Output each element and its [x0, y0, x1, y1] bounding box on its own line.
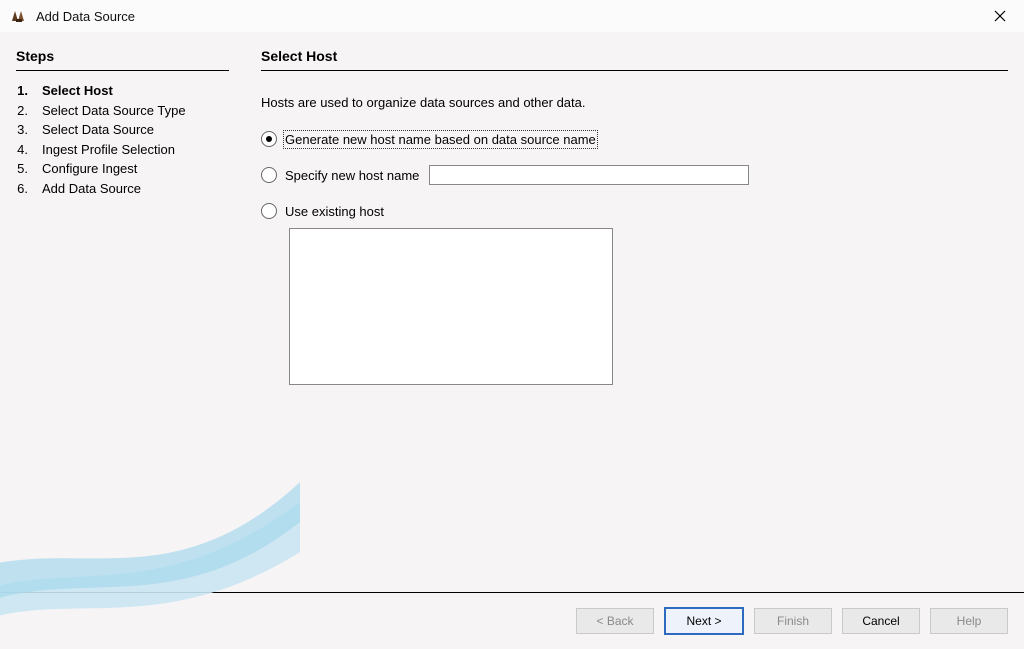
radio-existing-row[interactable]: Use existing host [261, 200, 1008, 222]
close-icon[interactable] [984, 0, 1016, 32]
finish-button[interactable]: Finish [754, 608, 832, 634]
step-label: Configure Ingest [42, 159, 137, 179]
step-item: 6. Add Data Source [16, 179, 229, 199]
content-intro: Hosts are used to organize data sources … [261, 95, 1008, 110]
titlebar: Add Data Source [0, 0, 1024, 32]
step-label: Add Data Source [42, 179, 141, 199]
steps-heading: Steps [16, 48, 229, 71]
radio-generate[interactable] [261, 131, 277, 147]
content-panel: Select Host Hosts are used to organize d… [245, 32, 1024, 592]
step-num: 2. [16, 101, 28, 121]
radio-specify[interactable] [261, 167, 277, 183]
steps-sidebar: Steps 1. Select Host 2. Select Data Sour… [0, 32, 245, 592]
next-button[interactable]: Next > [664, 607, 744, 635]
step-num: 6. [16, 179, 28, 199]
step-item: 4. Ingest Profile Selection [16, 140, 229, 160]
step-num: 3. [16, 120, 28, 140]
radio-generate-row[interactable]: Generate new host name based on data sou… [261, 128, 1008, 150]
window-title: Add Data Source [36, 9, 984, 24]
step-label: Ingest Profile Selection [42, 140, 175, 160]
button-bar: < Back Next > Finish Cancel Help [0, 593, 1024, 649]
radio-existing[interactable] [261, 203, 277, 219]
back-button[interactable]: < Back [576, 608, 654, 634]
step-item: 3. Select Data Source [16, 120, 229, 140]
radio-generate-label: Generate new host name based on data sou… [285, 132, 596, 147]
help-button[interactable]: Help [930, 608, 1008, 634]
step-num: 4. [16, 140, 28, 160]
step-label: Select Data Source [42, 120, 154, 140]
step-num: 1. [16, 81, 28, 101]
radio-specify-row[interactable]: Specify new host name [261, 164, 1008, 186]
specify-hostname-input[interactable] [429, 165, 749, 185]
step-item: 1. Select Host [16, 81, 229, 101]
step-item: 2. Select Data Source Type [16, 101, 229, 121]
step-label: Select Data Source Type [42, 101, 186, 121]
app-icon [10, 7, 28, 25]
step-label: Select Host [42, 81, 113, 101]
dialog-body: Steps 1. Select Host 2. Select Data Sour… [0, 32, 1024, 592]
step-num: 5. [16, 159, 28, 179]
content-heading: Select Host [261, 48, 1008, 71]
steps-list: 1. Select Host 2. Select Data Source Typ… [16, 81, 229, 198]
radio-existing-label: Use existing host [285, 204, 384, 219]
step-item: 5. Configure Ingest [16, 159, 229, 179]
existing-hosts-list[interactable] [289, 228, 613, 385]
radio-specify-label: Specify new host name [285, 168, 419, 183]
cancel-button[interactable]: Cancel [842, 608, 920, 634]
